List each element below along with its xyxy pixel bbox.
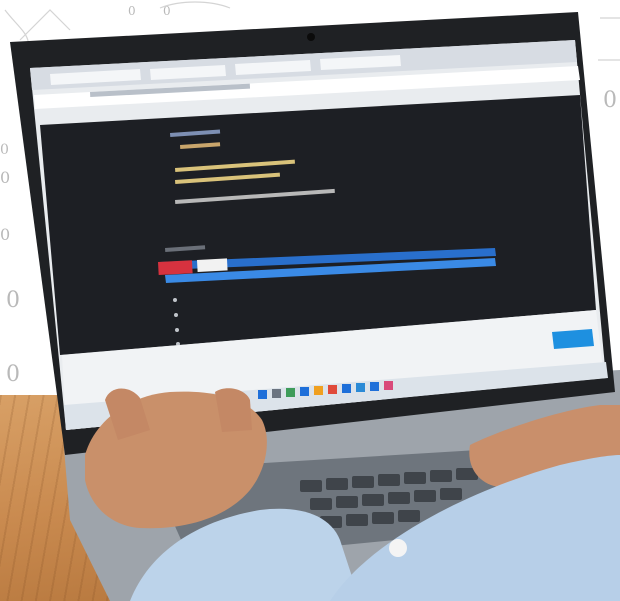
taskbar-app-icon[interactable] bbox=[384, 381, 393, 390]
sleeve-button bbox=[389, 539, 407, 557]
taskbar-app-icon[interactable] bbox=[272, 389, 281, 398]
laptop-photo bbox=[4, 1, 620, 601]
camera-icon bbox=[307, 33, 315, 41]
taskbar-app-icon[interactable] bbox=[328, 385, 337, 394]
stop-button[interactable] bbox=[197, 258, 228, 272]
taskbar-app-icon[interactable] bbox=[286, 388, 295, 397]
taskbar-app-icon[interactable] bbox=[370, 382, 379, 391]
code-editor bbox=[40, 95, 596, 355]
taskbar-app-icon[interactable] bbox=[300, 387, 309, 396]
taskbar-app-icon[interactable] bbox=[356, 383, 365, 392]
windows-start-icon[interactable] bbox=[258, 390, 267, 399]
submit-button[interactable] bbox=[552, 329, 594, 349]
taskbar-app-icon[interactable] bbox=[314, 386, 323, 395]
run-button[interactable] bbox=[158, 260, 193, 275]
taskbar-app-icon[interactable] bbox=[342, 384, 351, 393]
